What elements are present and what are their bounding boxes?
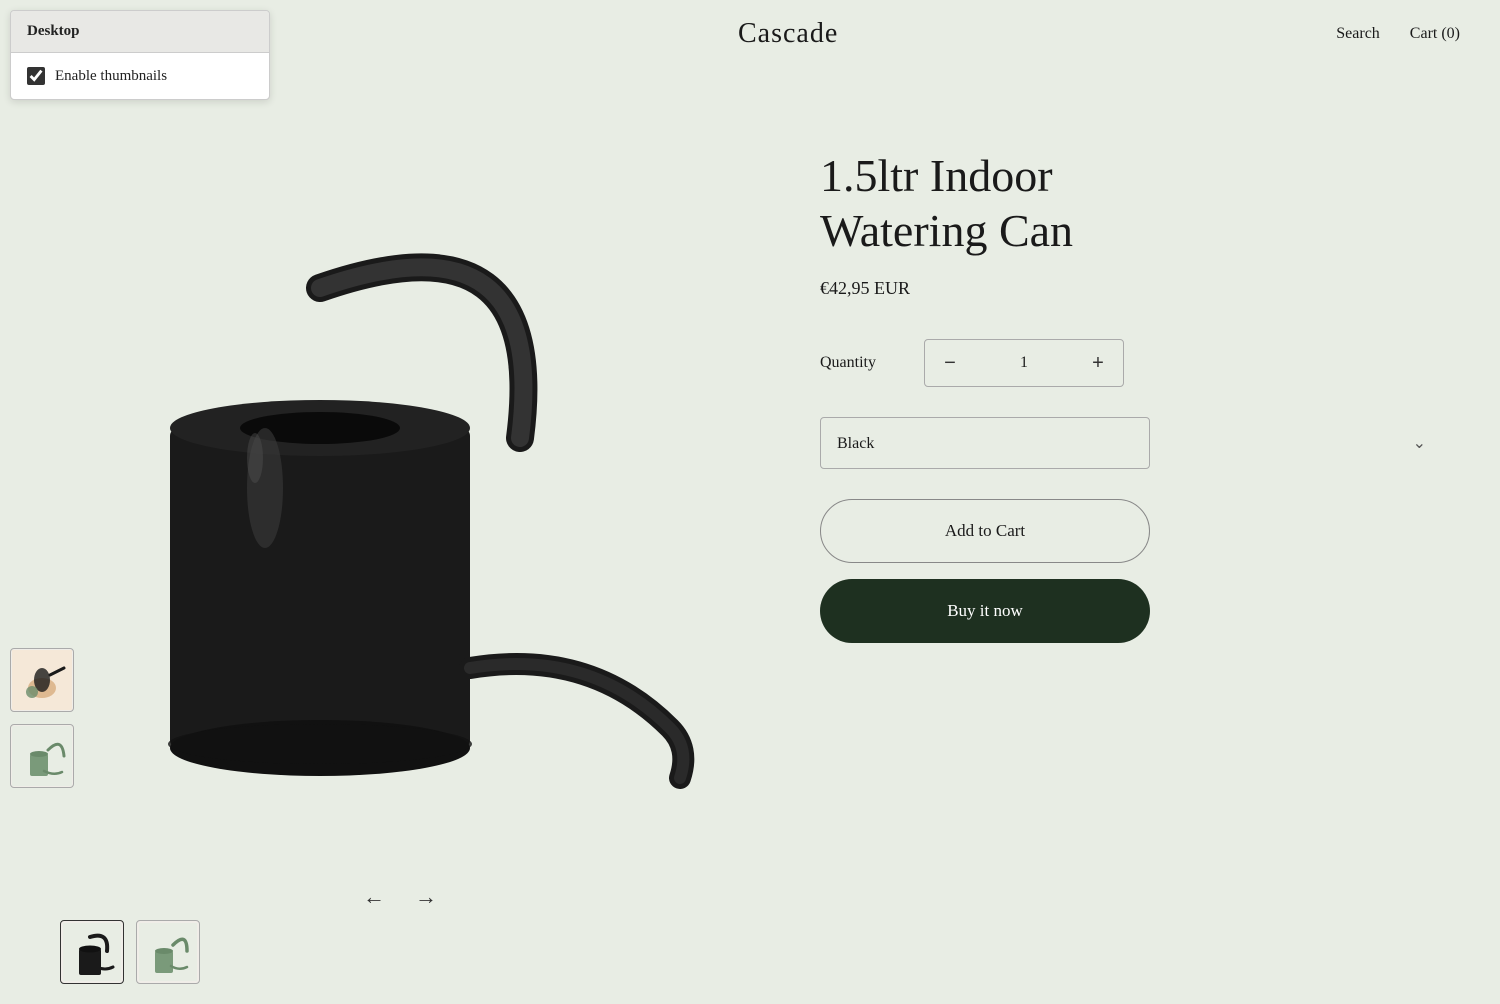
buy-now-button[interactable]: Buy it now bbox=[820, 579, 1150, 643]
thumbnails-column bbox=[10, 648, 74, 788]
quantity-label: Quantity bbox=[820, 354, 900, 372]
desktop-dropdown: Desktop Enable thumbnails bbox=[10, 10, 270, 100]
quantity-decrease-button[interactable]: − bbox=[925, 340, 975, 386]
search-link[interactable]: Search bbox=[1336, 25, 1380, 43]
brand-logo[interactable]: Cascade bbox=[738, 18, 838, 50]
image-nav: ← → bbox=[60, 868, 740, 910]
cart-link[interactable]: Cart (0) bbox=[1410, 25, 1460, 43]
thumbnail-sage[interactable] bbox=[10, 724, 74, 788]
color-select-wrapper: Black Sage ⌄ bbox=[820, 417, 1440, 469]
bottom-thumbnails bbox=[0, 910, 740, 984]
thumb-black-svg bbox=[63, 923, 121, 981]
next-image-button[interactable]: → bbox=[415, 884, 437, 910]
product-details: 1.5ltr Indoor Watering Can €42,95 EUR Qu… bbox=[740, 88, 1500, 984]
chevron-down-icon: ⌄ bbox=[1413, 433, 1426, 453]
thumb-sage-svg bbox=[12, 726, 72, 786]
product-title: 1.5ltr Indoor Watering Can bbox=[820, 148, 1440, 258]
desktop-dropdown-body: Enable thumbnails bbox=[11, 53, 269, 99]
enable-thumbnails-row[interactable]: Enable thumbnails bbox=[27, 67, 253, 85]
add-to-cart-button[interactable]: Add to Cart bbox=[820, 499, 1150, 563]
enable-thumbnails-checkbox[interactable] bbox=[27, 67, 45, 85]
enable-thumbnails-label: Enable thumbnails bbox=[55, 68, 167, 85]
quantity-row: Quantity − 1 + bbox=[820, 339, 1440, 387]
prev-image-button[interactable]: ← bbox=[363, 884, 385, 910]
product-main-image-svg bbox=[30, 108, 710, 848]
thumbnail-sage-bottom[interactable] bbox=[136, 920, 200, 984]
thumbnail-lifestyle[interactable] bbox=[10, 648, 74, 712]
quantity-increase-button[interactable]: + bbox=[1073, 340, 1123, 386]
quantity-value: 1 bbox=[975, 354, 1073, 372]
product-price: €42,95 EUR bbox=[820, 278, 1440, 299]
header-nav: Search Cart (0) bbox=[1336, 25, 1460, 43]
product-gallery: ← → bbox=[0, 88, 740, 984]
main-content: ← → bbox=[0, 68, 1500, 1004]
quantity-control: − 1 + bbox=[924, 339, 1124, 387]
thumbnail-black-selected[interactable] bbox=[60, 920, 124, 984]
thumb-sage-bottom-svg bbox=[139, 923, 197, 981]
color-select[interactable]: Black Sage bbox=[820, 417, 1150, 469]
thumb-lifestyle-svg bbox=[12, 650, 72, 710]
desktop-dropdown-title: Desktop bbox=[11, 11, 269, 53]
main-image bbox=[0, 88, 740, 868]
